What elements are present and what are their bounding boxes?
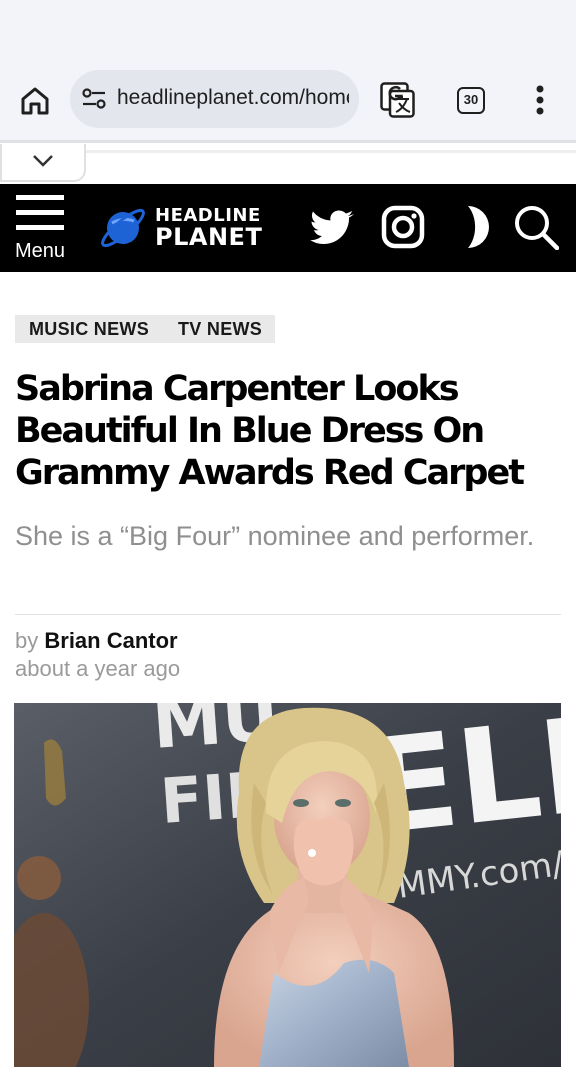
dark-mode-icon[interactable] <box>452 204 498 250</box>
byline: by Brian Cantor <box>15 628 178 654</box>
hero-photo: MU FIR ELI MMY.com/F <box>14 703 561 1067</box>
hero-image[interactable]: MU FIR ELI MMY.com/F <box>14 703 561 1067</box>
category-music-news[interactable]: MUSIC NEWS <box>29 319 149 340</box>
planet-logo-icon <box>101 208 145 248</box>
menu-label[interactable]: Menu <box>15 240 65 263</box>
byline-prefix: by <box>15 628 39 653</box>
site-logo[interactable]: HEADLINE PLANET <box>98 201 262 255</box>
publish-time: about a year ago <box>15 656 181 681</box>
article-title: Sabrina Carpenter Looks Beautiful In Blu… <box>15 369 525 493</box>
author-link[interactable]: Brian Cantor <box>44 628 177 653</box>
collapse-toolbar-button[interactable] <box>0 144 86 182</box>
browser-toolbar: headlineplanet.com/home 30 <box>0 60 576 140</box>
twitter-icon[interactable] <box>310 204 356 250</box>
address-bar[interactable]: headlineplanet.com/home <box>70 70 359 128</box>
toolbar-shadow <box>86 150 576 153</box>
home-icon[interactable] <box>18 84 52 118</box>
search-icon[interactable] <box>513 204 559 250</box>
chevron-down-icon <box>33 155 53 167</box>
category-bar: MUSIC NEWS TV NEWS <box>15 315 275 343</box>
category-tv-news[interactable]: TV NEWS <box>178 319 262 340</box>
tab-switcher-button[interactable]: 30 <box>457 87 485 114</box>
instagram-icon[interactable] <box>380 204 426 250</box>
logo-text-line2: PLANET <box>155 223 263 251</box>
more-options-icon[interactable] <box>530 84 550 118</box>
toolbar-divider <box>0 140 576 143</box>
hamburger-menu-icon[interactable] <box>16 195 64 231</box>
article-subtitle: She is a “Big Four” nominee and performe… <box>15 521 535 551</box>
divider <box>15 614 561 615</box>
translate-icon[interactable] <box>380 82 415 118</box>
site-header: Menu HEADLINE PLANET <box>0 184 576 272</box>
site-settings-icon[interactable] <box>82 88 106 110</box>
url-text[interactable]: headlineplanet.com/home <box>117 86 349 110</box>
status-bar-area <box>0 0 576 60</box>
